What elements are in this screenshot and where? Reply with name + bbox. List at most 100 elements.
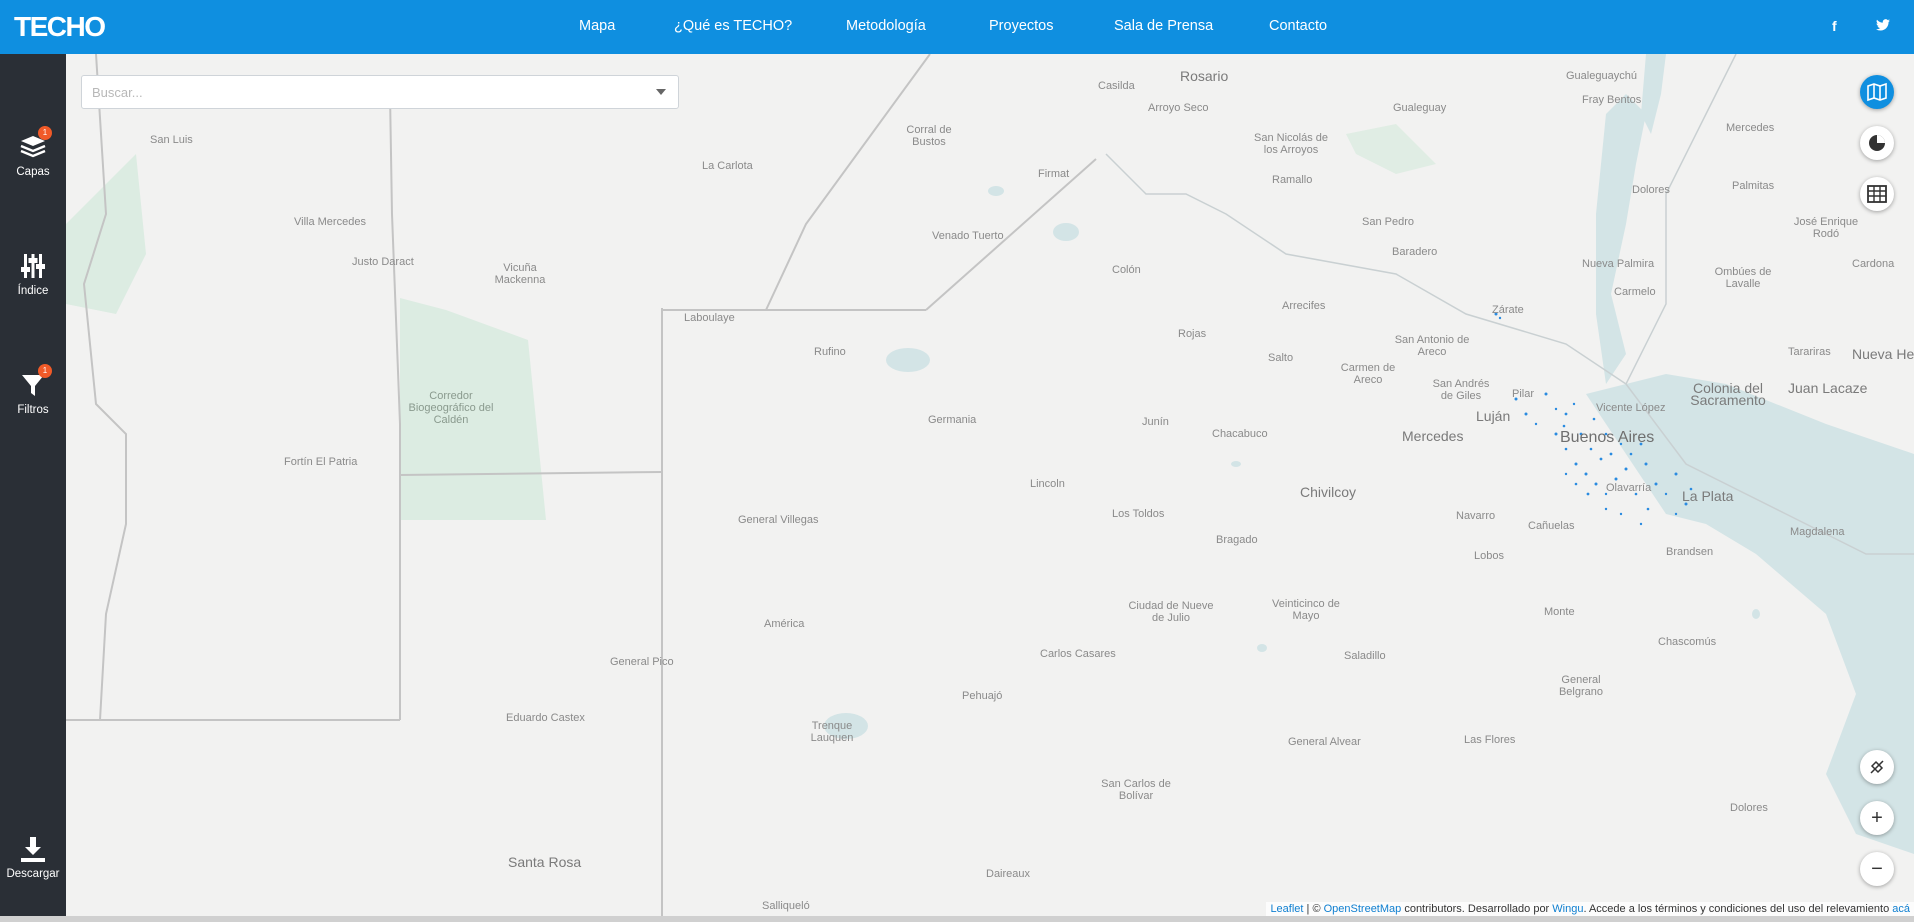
place-label: José Enrique Rodó: [1793, 216, 1859, 240]
place-label: Chivilcoy: [1300, 484, 1357, 500]
search-box[interactable]: [81, 75, 679, 109]
place-label: Dolores: [1730, 802, 1768, 814]
place-label: Saladillo: [1344, 650, 1386, 662]
minus-icon: −: [1871, 858, 1883, 880]
search-input[interactable]: [82, 76, 642, 108]
sidebar-item-label: Índice: [17, 285, 49, 297]
bottom-scrollbar[interactable]: [0, 916, 1914, 922]
zoom-out-button[interactable]: −: [1860, 852, 1894, 886]
sidebar: 1 Capas Índice 1 Filtros Descargar: [0, 54, 66, 920]
map-view-button[interactable]: [1860, 75, 1894, 109]
locate-button[interactable]: [1860, 750, 1894, 784]
place-label: Magdalena: [1790, 526, 1845, 538]
place-label: Fortín El Patria: [284, 456, 358, 468]
place-label: Junín: [1142, 416, 1169, 428]
place-label: Santa Rosa: [508, 854, 582, 870]
place-label: Colón: [1112, 264, 1141, 276]
place-label: Olavarría: [1606, 482, 1652, 494]
table-icon: [1867, 185, 1887, 203]
place-label: Venado Tuerto: [932, 230, 1004, 242]
place-label: San Luis: [150, 134, 193, 146]
place-label: San Pedro: [1362, 216, 1414, 228]
sidebar-item-descargar[interactable]: Descargar: [0, 834, 66, 880]
main-nav: Mapa ¿Qué es TECHO? Metodología Proyecto…: [0, 0, 1914, 54]
place-label: Las Flores: [1464, 734, 1516, 746]
place-label: Dolores: [1632, 184, 1670, 196]
place-label: Nueva Helvecia: [1852, 346, 1914, 362]
place-label: Firmat: [1038, 168, 1070, 180]
place-label: La Carlota: [702, 160, 753, 172]
place-label: Zárate: [1492, 304, 1524, 316]
terms-link[interactable]: acá: [1892, 903, 1910, 915]
place-label: Germania: [928, 414, 977, 426]
map-attribution: Leaflet | © OpenStreetMap contributors. …: [1266, 902, 1914, 916]
layers-badge: 1: [38, 126, 52, 140]
filters-badge: 1: [38, 364, 52, 378]
place-label: Rojas: [1178, 328, 1207, 340]
place-label: Ramallo: [1272, 174, 1313, 186]
place-label: Buenos Aires: [1560, 429, 1655, 446]
sidebar-item-indice[interactable]: Índice: [0, 251, 66, 297]
place-label: Chacabuco: [1212, 428, 1268, 440]
zoom-in-button[interactable]: +: [1860, 801, 1894, 835]
top-nav-bar: TECHO Mapa ¿Qué es TECHO? Metodología Pr…: [0, 0, 1914, 54]
place-label: Pilar: [1512, 388, 1535, 400]
layers-icon: 1: [18, 126, 52, 162]
nav-mapa[interactable]: Mapa: [579, 18, 615, 34]
osm-link[interactable]: OpenStreetMap: [1324, 903, 1402, 915]
place-label: Casilda: [1098, 80, 1135, 92]
wingu-link[interactable]: Wingu: [1552, 903, 1583, 915]
place-label: Cardona: [1852, 258, 1895, 270]
place-label: Trenque Lauquen: [810, 720, 854, 744]
place-label: Fray Bentos: [1582, 94, 1642, 106]
place-label: Eduardo Castex: [506, 712, 585, 724]
place-label: Carmen de Areco: [1340, 362, 1396, 386]
nav-contacto[interactable]: Contacto: [1269, 18, 1327, 34]
place-label: San Andrés de Giles: [1432, 378, 1490, 402]
place-label: San Antonio de Areco: [1394, 334, 1470, 358]
sliders-icon: [18, 251, 48, 281]
place-label: Salto: [1268, 352, 1294, 364]
place-label: Daireaux: [986, 868, 1031, 880]
place-label: General Alvear: [1288, 736, 1361, 748]
place-label: Vicente López: [1596, 402, 1666, 414]
place-label: Salliqueló: [762, 900, 810, 912]
place-label: Juan Lacaze: [1788, 380, 1868, 396]
place-label: Rosario: [1180, 68, 1229, 84]
place-label: Tarariras: [1788, 346, 1831, 358]
place-label: General Villegas: [738, 514, 819, 526]
map-canvas[interactable]: Rosario Casilda Arroyo Seco San Nicolás …: [66, 54, 1914, 920]
place-label: Chascomús: [1658, 636, 1717, 648]
twitter-icon[interactable]: [1876, 18, 1890, 34]
place-label: Carlos Casares: [1040, 648, 1116, 660]
place-label: Pehuajó: [962, 690, 1003, 702]
place-label: San Carlos de Bolívar: [1101, 778, 1171, 802]
place-label: La Plata: [1682, 488, 1734, 504]
place-label: Mercedes: [1726, 122, 1775, 134]
pie-chart-icon: [1869, 135, 1885, 151]
place-label: Lincoln: [1030, 478, 1065, 490]
sidebar-item-filtros[interactable]: 1 Filtros: [0, 364, 66, 416]
nav-metodologia[interactable]: Metodología: [846, 18, 926, 34]
leaflet-link[interactable]: Leaflet: [1270, 903, 1303, 915]
place-label: San Nicolás de los Arroyos: [1254, 132, 1328, 156]
place-label: Mercedes: [1402, 428, 1464, 444]
nav-proyectos[interactable]: Proyectos: [989, 18, 1053, 34]
facebook-icon[interactable]: f: [1832, 18, 1837, 34]
place-label: Lobos: [1474, 550, 1504, 562]
satellite-icon: [1870, 760, 1884, 774]
place-label: Los Toldos: [1112, 508, 1165, 520]
attribution-text-2: . Accede a los términos y condiciones de…: [1583, 903, 1893, 915]
place-label: Brandsen: [1666, 546, 1714, 558]
sidebar-item-capas[interactable]: 1 Capas: [0, 126, 66, 178]
place-label: Arroyo Seco: [1148, 102, 1209, 114]
nav-sala-de-prensa[interactable]: Sala de Prensa: [1114, 18, 1213, 34]
place-label: Corredor Biogeográfico del Caldén: [408, 390, 494, 426]
chevron-down-icon[interactable]: [656, 89, 666, 95]
nav-que-es-techo[interactable]: ¿Qué es TECHO?: [674, 18, 792, 34]
sidebar-item-label: Filtros: [17, 404, 49, 416]
chart-view-button[interactable]: [1860, 126, 1894, 160]
place-label: General Pico: [610, 656, 674, 668]
place-label: Baradero: [1392, 246, 1438, 258]
table-view-button[interactable]: [1860, 177, 1894, 211]
